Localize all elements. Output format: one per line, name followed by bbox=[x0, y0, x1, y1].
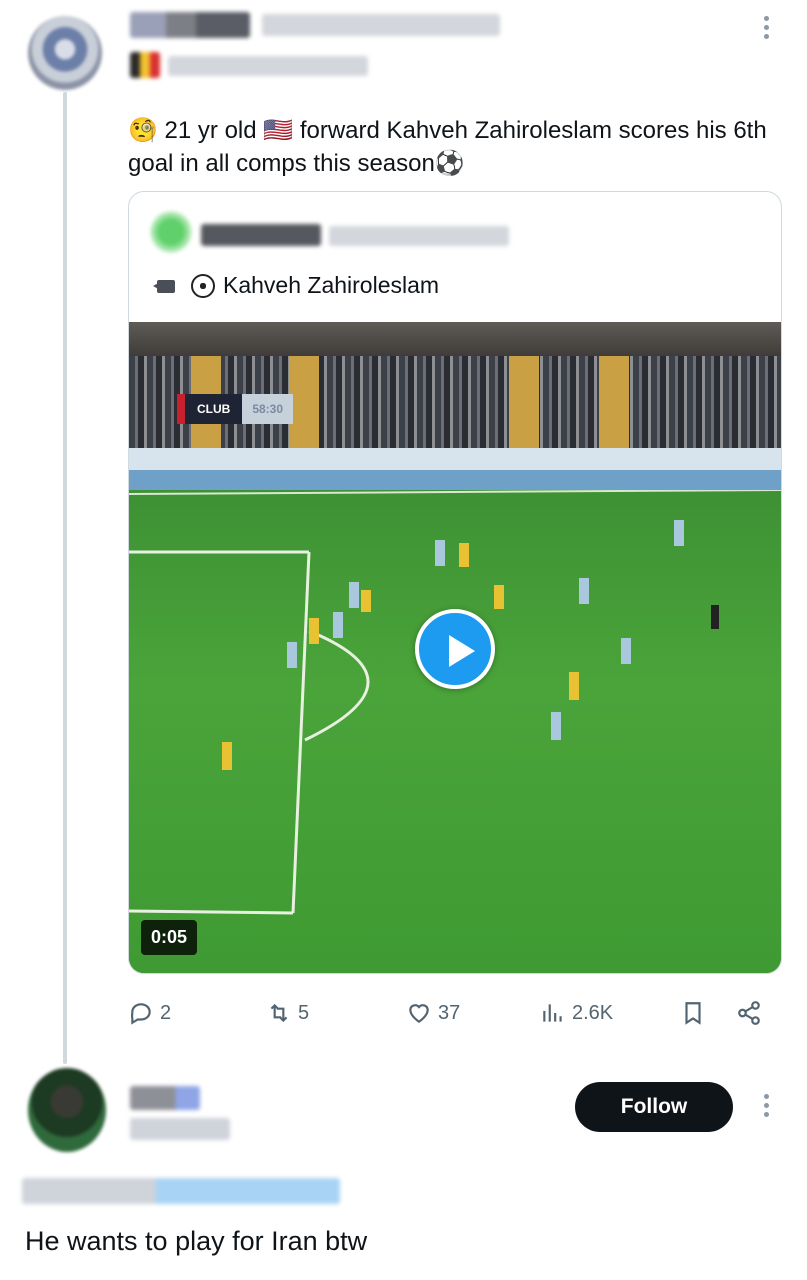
quoted-post-text: Kahveh Zahiroleslam bbox=[153, 272, 439, 299]
blurred-replying-to bbox=[22, 1178, 340, 1204]
video-camera-icon bbox=[153, 275, 183, 297]
post-text: 🧐 21 yr old 🇺🇸 forward Kahveh Zahirolesl… bbox=[128, 117, 767, 177]
reply-icon bbox=[130, 1003, 151, 1025]
blurred-quoted-handle bbox=[329, 226, 509, 246]
views-icon bbox=[543, 1004, 562, 1022]
reply-button[interactable]: 2 bbox=[128, 995, 171, 1031]
blurred-quoted-username bbox=[201, 224, 321, 246]
pitch-markings bbox=[129, 489, 781, 915]
football-pitch bbox=[129, 489, 781, 973]
views-count: 2.6K bbox=[572, 1001, 614, 1024]
reply-count: 2 bbox=[160, 1001, 172, 1024]
repost-icon bbox=[270, 1003, 288, 1023]
scoreboard-time: 58:30 bbox=[242, 394, 294, 424]
blurred-flag-badge bbox=[130, 52, 160, 78]
blurred-subtitle bbox=[168, 56, 368, 76]
scoreboard: CLUB 58:30 bbox=[177, 394, 294, 424]
video-duration: 0:05 bbox=[141, 920, 198, 955]
advertising-boards bbox=[129, 448, 781, 470]
more-options-icon[interactable] bbox=[762, 1094, 770, 1117]
video-player[interactable]: CLUB 58:30 0:05 bbox=[129, 322, 781, 973]
more-options-icon[interactable] bbox=[762, 16, 770, 39]
reply-avatar[interactable] bbox=[28, 1068, 106, 1152]
scoreboard-accent bbox=[177, 394, 185, 424]
avatar[interactable] bbox=[28, 16, 102, 90]
heart-icon bbox=[409, 1004, 429, 1023]
soccer-ball-icon bbox=[191, 273, 215, 298]
views-button[interactable]: 2.6K bbox=[540, 995, 613, 1031]
stand-stairs bbox=[509, 356, 539, 461]
blurred-handle bbox=[262, 14, 500, 36]
follow-button[interactable]: Follow bbox=[575, 1082, 733, 1132]
repost-count: 5 bbox=[298, 1001, 310, 1024]
stadium-roof bbox=[129, 322, 781, 356]
bookmark-icon bbox=[685, 1002, 701, 1025]
stand-stairs bbox=[599, 356, 629, 461]
play-icon bbox=[449, 635, 475, 667]
blurred-reply-username bbox=[130, 1086, 200, 1110]
quoted-avatar bbox=[151, 212, 191, 252]
quoted-title: Kahveh Zahiroleslam bbox=[223, 272, 440, 298]
repost-button[interactable]: 5 bbox=[266, 995, 309, 1031]
share-icon bbox=[738, 1001, 760, 1025]
thread-line bbox=[63, 92, 67, 1064]
blurred-username bbox=[130, 12, 250, 38]
blurred-reply-handle bbox=[130, 1118, 230, 1140]
reply-text: He wants to play for Iran btw bbox=[25, 1226, 368, 1256]
scoreboard-club: CLUB bbox=[185, 394, 243, 424]
soccer-ball-emoji: ⚽ bbox=[434, 150, 465, 177]
like-count: 37 bbox=[438, 1001, 461, 1024]
play-button[interactable] bbox=[415, 609, 495, 689]
quoted-post-card[interactable]: Kahveh Zahiroleslam CLUB 58:30 0:05 bbox=[128, 191, 782, 974]
advertising-boards-lower bbox=[129, 470, 781, 490]
bookmark-button[interactable] bbox=[680, 995, 706, 1031]
share-button[interactable] bbox=[736, 995, 762, 1031]
action-bar: 2 5 37 2.6K bbox=[128, 995, 782, 1031]
like-button[interactable]: 37 bbox=[406, 995, 460, 1031]
stand-stairs bbox=[289, 356, 319, 461]
